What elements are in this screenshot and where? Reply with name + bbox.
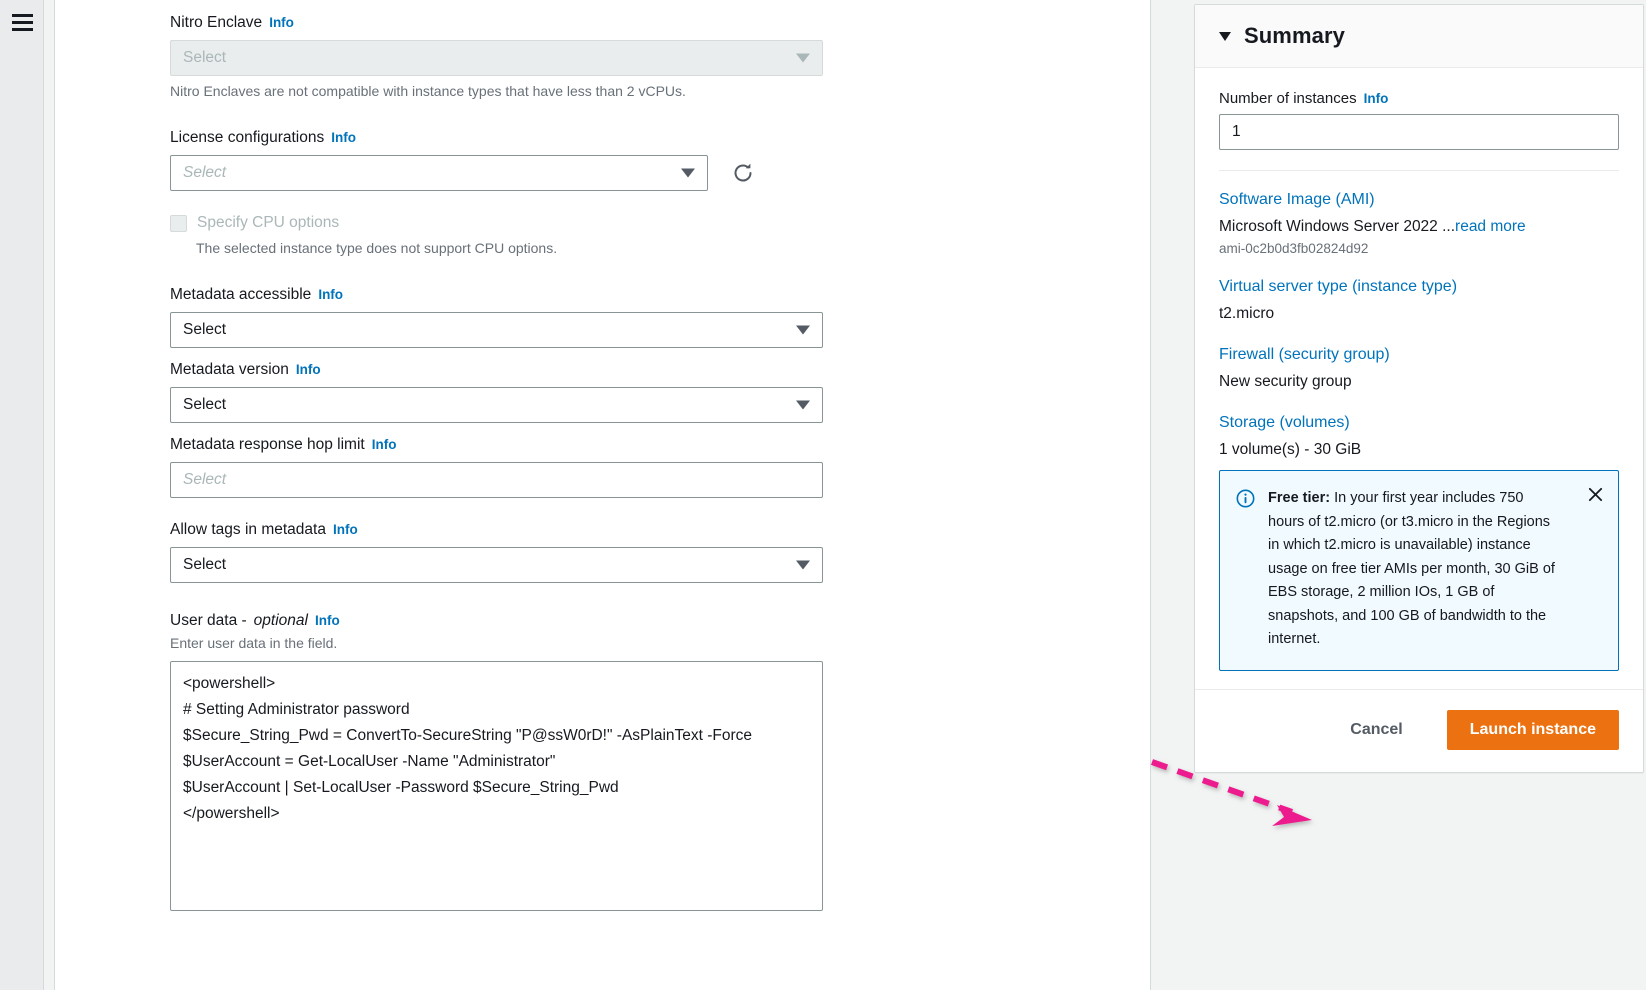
chevron-down-icon	[796, 561, 810, 570]
firewall-link[interactable]: Firewall (security group)	[1219, 344, 1619, 366]
instance-type-link[interactable]: Virtual server type (instance type)	[1219, 276, 1619, 298]
info-circle-icon	[1236, 487, 1256, 652]
number-of-instances-label-text: Number of instances	[1219, 90, 1357, 107]
free-tier-body: In your first year includes 750 hours of…	[1268, 490, 1555, 647]
nitro-enclave-select: Select	[170, 40, 823, 76]
summary-divider	[1219, 170, 1619, 171]
summary-gutter	[1150, 0, 1168, 990]
free-tier-text: Free tier: In your first year includes 7…	[1268, 487, 1558, 652]
summary-title: Summary	[1244, 23, 1345, 49]
metadata-hop-limit-info-link[interactable]: Info	[372, 435, 397, 455]
license-configurations-info-link[interactable]: Info	[331, 128, 356, 148]
metadata-version-label: Metadata version Info	[170, 360, 755, 380]
software-image-link[interactable]: Software Image (AMI)	[1219, 189, 1619, 211]
summary-item-firewall: Firewall (security group) New security g…	[1219, 344, 1619, 394]
metadata-version-label-text: Metadata version	[170, 360, 289, 380]
allow-tags-label-text: Allow tags in metadata	[170, 520, 326, 540]
number-of-instances-input[interactable]: 1	[1219, 114, 1619, 150]
specify-cpu-options-help: The selected instance type does not supp…	[196, 239, 755, 257]
license-configurations-label-text: License configurations	[170, 128, 324, 148]
allow-tags-label: Allow tags in metadata Info	[170, 520, 755, 540]
read-more-link[interactable]: read more	[1455, 218, 1526, 235]
summary-item-storage: Storage (volumes) 1 volume(s) - 30 GiB	[1219, 412, 1619, 462]
summary-item-ami: Software Image (AMI) Microsoft Windows S…	[1219, 189, 1619, 258]
specify-cpu-options-checkbox	[170, 215, 187, 232]
metadata-hop-limit-input[interactable]: Select	[170, 462, 823, 498]
triangle-down-icon[interactable]	[1219, 32, 1231, 41]
chevron-down-icon	[681, 169, 695, 178]
storage-link[interactable]: Storage (volumes)	[1219, 412, 1619, 434]
firewall-value: New security group	[1219, 370, 1619, 394]
ami-id: ami-0c2b0d3fb02824d92	[1219, 240, 1619, 258]
left-nav-rail	[0, 0, 44, 990]
instance-type-value: t2.micro	[1219, 302, 1619, 326]
user-data-help: Enter user data in the field.	[170, 634, 755, 652]
number-of-instances-label: Number of instances Info	[1219, 90, 1619, 107]
instance-settings-form: Nitro Enclave Info Select Nitro Enclaves…	[55, 0, 1150, 990]
metadata-hop-limit-field: Metadata response hop limit Info Select	[170, 435, 755, 498]
cancel-button[interactable]: Cancel	[1330, 713, 1422, 747]
free-tier-callout: Free tier: In your first year includes 7…	[1219, 470, 1619, 671]
storage-value: 1 volume(s) - 30 GiB	[1219, 438, 1619, 462]
launch-instance-button[interactable]: Launch instance	[1447, 710, 1619, 750]
license-configurations-field: License configurations Info Select	[170, 128, 755, 191]
license-configurations-label: License configurations Info	[170, 128, 755, 148]
metadata-accessible-info-link[interactable]: Info	[318, 285, 343, 305]
license-configurations-select[interactable]: Select	[170, 155, 708, 191]
nitro-enclave-info-link[interactable]: Info	[269, 13, 294, 33]
allow-tags-in-metadata-field: Allow tags in metadata Info Select	[170, 520, 755, 583]
user-data-textarea[interactable]: <powershell> # Setting Administrator pas…	[170, 661, 823, 911]
metadata-hop-limit-label: Metadata response hop limit Info	[170, 435, 755, 455]
allow-tags-value: Select	[183, 556, 226, 574]
nitro-enclave-value: Select	[183, 49, 226, 67]
metadata-hop-limit-label-text: Metadata response hop limit	[170, 435, 365, 455]
metadata-hop-limit-placeholder: Select	[183, 471, 226, 489]
summary-footer: Cancel Launch instance	[1195, 689, 1643, 772]
metadata-version-info-link[interactable]: Info	[296, 360, 321, 380]
number-of-instances-info-link[interactable]: Info	[1364, 91, 1389, 106]
nitro-enclave-label-text: Nitro Enclave	[170, 13, 262, 33]
summary-panel: Summary Number of instances Info 1 Softw…	[1168, 0, 1646, 990]
summary-item-instance-type: Virtual server type (instance type) t2.m…	[1219, 276, 1619, 326]
nav-gutter	[44, 0, 55, 990]
number-of-instances-field: Number of instances Info 1	[1219, 90, 1619, 150]
refresh-icon[interactable]	[730, 158, 755, 188]
user-data-label-text: User data -	[170, 611, 247, 631]
chevron-down-icon	[796, 401, 810, 410]
metadata-version-field: Metadata version Info Select	[170, 360, 755, 423]
summary-body: Number of instances Info 1 Software Imag…	[1195, 68, 1643, 671]
nitro-enclave-field: Nitro Enclave Info Select Nitro Enclaves…	[170, 13, 755, 100]
metadata-version-select[interactable]: Select	[170, 387, 823, 423]
metadata-accessible-select[interactable]: Select	[170, 312, 823, 348]
user-data-label: User data - optional Info	[170, 611, 755, 631]
metadata-accessible-field: Metadata accessible Info Select	[170, 285, 755, 348]
close-icon[interactable]	[1584, 483, 1606, 505]
summary-card: Summary Number of instances Info 1 Softw…	[1194, 4, 1644, 773]
chevron-down-icon	[796, 326, 810, 335]
metadata-accessible-label-text: Metadata accessible	[170, 285, 311, 305]
metadata-accessible-label: Metadata accessible Info	[170, 285, 755, 305]
ec2-launch-instance-page: Nitro Enclave Info Select Nitro Enclaves…	[0, 0, 1646, 990]
summary-header[interactable]: Summary	[1195, 5, 1643, 68]
hamburger-menu-icon[interactable]	[12, 14, 33, 31]
metadata-accessible-value: Select	[183, 321, 226, 339]
software-image-value: Microsoft Windows Server 2022 ...	[1219, 218, 1455, 235]
user-data-info-link[interactable]: Info	[315, 611, 340, 631]
license-configurations-placeholder: Select	[183, 164, 226, 182]
specify-cpu-options-label: Specify CPU options	[197, 213, 339, 233]
chevron-down-icon	[796, 54, 810, 63]
specify-cpu-options-field: Specify CPU options The selected instanc…	[170, 213, 755, 257]
software-image-value-row: Microsoft Windows Server 2022 ...read mo…	[1219, 215, 1619, 239]
nitro-enclave-help: Nitro Enclaves are not compatible with i…	[170, 82, 755, 100]
user-data-optional-text: optional	[254, 611, 308, 631]
allow-tags-select[interactable]: Select	[170, 547, 823, 583]
free-tier-title: Free tier:	[1268, 490, 1330, 506]
allow-tags-info-link[interactable]: Info	[333, 520, 358, 540]
user-data-field: User data - optional Info Enter user dat…	[170, 611, 755, 911]
metadata-version-value: Select	[183, 396, 226, 414]
nitro-enclave-label: Nitro Enclave Info	[170, 13, 755, 33]
